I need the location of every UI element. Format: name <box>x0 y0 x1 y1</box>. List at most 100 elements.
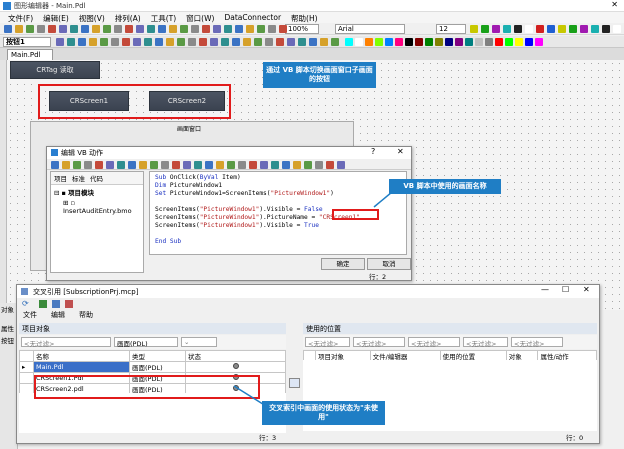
cancel-button[interactable]: 取消 <box>367 258 411 270</box>
rfilter-1[interactable]: <无过滤> <box>305 337 350 348</box>
toolbar-icon[interactable] <box>100 38 108 46</box>
toolbar-icon[interactable] <box>375 38 383 46</box>
tab-main-pdl[interactable]: Main.Pdl <box>7 49 53 60</box>
toolbar-icon[interactable] <box>169 25 177 33</box>
toolbar-icon[interactable] <box>51 161 59 169</box>
toolbar-icon[interactable] <box>95 161 103 169</box>
toolbar-icon[interactable] <box>569 25 577 33</box>
vb-close-icon[interactable]: ✕ <box>397 147 404 156</box>
toolbar-icon[interactable] <box>435 38 443 46</box>
xref-menu-item-0[interactable]: 文件 <box>23 310 37 321</box>
toolbar-icon[interactable] <box>485 38 493 46</box>
toolbar-icon[interactable] <box>365 38 373 46</box>
toolbar-icon[interactable] <box>210 38 218 46</box>
toolbar-icon[interactable] <box>106 161 114 169</box>
toolbar-icon[interactable] <box>525 25 533 33</box>
toolbar-icon[interactable] <box>268 25 276 33</box>
maximize-icon[interactable]: ☐ <box>562 285 569 294</box>
ok-button[interactable]: 确定 <box>321 258 365 270</box>
toolbar-icon[interactable] <box>81 25 89 33</box>
tree-root[interactable]: ⊟ ▪ 项目模块 <box>51 185 143 199</box>
toolbar-icon[interactable] <box>191 25 199 33</box>
toolbar-icon[interactable] <box>172 161 180 169</box>
filter-name[interactable]: <无过滤> <box>21 337 111 348</box>
toolbar-icon[interactable] <box>166 38 174 46</box>
toolbar-icon[interactable] <box>73 161 81 169</box>
toolbar-icon[interactable] <box>337 161 345 169</box>
toolbar-icon[interactable] <box>345 38 353 46</box>
toolbar-icon[interactable] <box>282 161 290 169</box>
toolbar-icon[interactable] <box>254 38 262 46</box>
font-select[interactable]: Arial <box>335 24 405 34</box>
rfilter-5[interactable]: <无过滤> <box>511 337 563 348</box>
toolbar-icon[interactable] <box>465 38 473 46</box>
toolbar-icon[interactable] <box>405 38 413 46</box>
toolbar-icon[interactable] <box>279 25 287 33</box>
menu-item-2[interactable]: 视图(V) <box>74 12 110 23</box>
toolbar-icon[interactable] <box>503 25 511 33</box>
toolbar-icon[interactable] <box>298 38 306 46</box>
toolbar-icon[interactable] <box>56 38 64 46</box>
toolbar-icon[interactable] <box>514 25 522 33</box>
toolbar-icon[interactable] <box>199 38 207 46</box>
tree-child[interactable]: ⊞ ▫ InsertAuditEntry.bmo <box>51 199 143 215</box>
toolbar-icon[interactable] <box>309 38 317 46</box>
toolbar-icon[interactable] <box>15 25 23 33</box>
xref-close-icon[interactable]: ✕ <box>583 285 590 294</box>
toolbar-icon[interactable] <box>613 25 621 33</box>
help-icon[interactable]: ? <box>371 147 375 156</box>
tab-standard[interactable]: 标准 <box>72 173 85 183</box>
toolbar-icon[interactable] <box>37 25 45 33</box>
toolbar-icon[interactable] <box>304 161 312 169</box>
menu-item-4[interactable]: 工具(T) <box>146 12 181 23</box>
close-icon[interactable]: ✕ <box>611 0 618 9</box>
toolbar-icon[interactable] <box>260 161 268 169</box>
toolbar-icon[interactable] <box>139 161 147 169</box>
toolbar-icon[interactable] <box>62 161 70 169</box>
toolbar-icon[interactable] <box>591 25 599 33</box>
export-icon[interactable] <box>39 300 47 308</box>
table-row[interactable]: ▸ Main.Pdl 画面(PDL) <box>19 361 286 373</box>
toolbar-icon[interactable] <box>78 38 86 46</box>
filter-type[interactable]: 画面(PDL) <box>114 337 178 348</box>
toolbar-icon[interactable] <box>125 25 133 33</box>
toolbar-icon[interactable] <box>315 161 323 169</box>
toolbar-icon[interactable] <box>395 38 403 46</box>
toolbar-icon[interactable] <box>525 38 533 46</box>
toolbar-icon[interactable] <box>331 38 339 46</box>
toolbar-icon[interactable] <box>470 25 478 33</box>
toolbar-icon[interactable] <box>495 38 503 46</box>
menu-item-6[interactable]: DataConnector <box>219 12 286 23</box>
toolbar-icon[interactable] <box>188 38 196 46</box>
rfilter-2[interactable]: <无过滤> <box>353 337 405 348</box>
toolbar-icon[interactable] <box>415 38 423 46</box>
menu-item-7[interactable]: 帮助(H) <box>286 12 323 23</box>
toolbar-icon[interactable] <box>26 25 34 33</box>
toolbar-icon[interactable] <box>320 38 328 46</box>
splitter-button[interactable] <box>289 378 300 388</box>
toolbar-icon[interactable] <box>535 38 543 46</box>
toolbar-icon[interactable] <box>224 25 232 33</box>
object-select[interactable]: 按钮1 <box>3 37 51 47</box>
toolbar-icon[interactable] <box>276 38 284 46</box>
toolbar-icon[interactable] <box>133 38 141 46</box>
toolbar-icon[interactable] <box>216 161 224 169</box>
toolbar-icon[interactable] <box>161 161 169 169</box>
tab-project[interactable]: 项目 <box>54 173 67 183</box>
col-type[interactable]: 类型 <box>129 350 186 362</box>
toolbar-icon[interactable] <box>547 25 555 33</box>
toolbar-icon[interactable] <box>194 161 202 169</box>
menu-item-3[interactable]: 排列(A) <box>110 12 146 23</box>
toolbar-icon[interactable] <box>114 25 122 33</box>
toolbar-icon[interactable] <box>536 25 544 33</box>
toolbar-icon[interactable] <box>455 38 463 46</box>
toolbar-icon[interactable] <box>271 161 279 169</box>
xref-menu-item-2[interactable]: 帮助 <box>79 310 93 321</box>
toolbar-icon[interactable] <box>103 25 111 33</box>
toolbar-icon[interactable] <box>158 25 166 33</box>
toolbar-icon[interactable] <box>183 161 191 169</box>
xref-menu-item-1[interactable]: 编辑 <box>51 310 65 321</box>
minimize-icon[interactable]: — <box>541 285 549 294</box>
filter-status[interactable]: ⌄ <box>181 337 217 347</box>
menu-item-5[interactable]: 窗口(W) <box>181 12 219 23</box>
